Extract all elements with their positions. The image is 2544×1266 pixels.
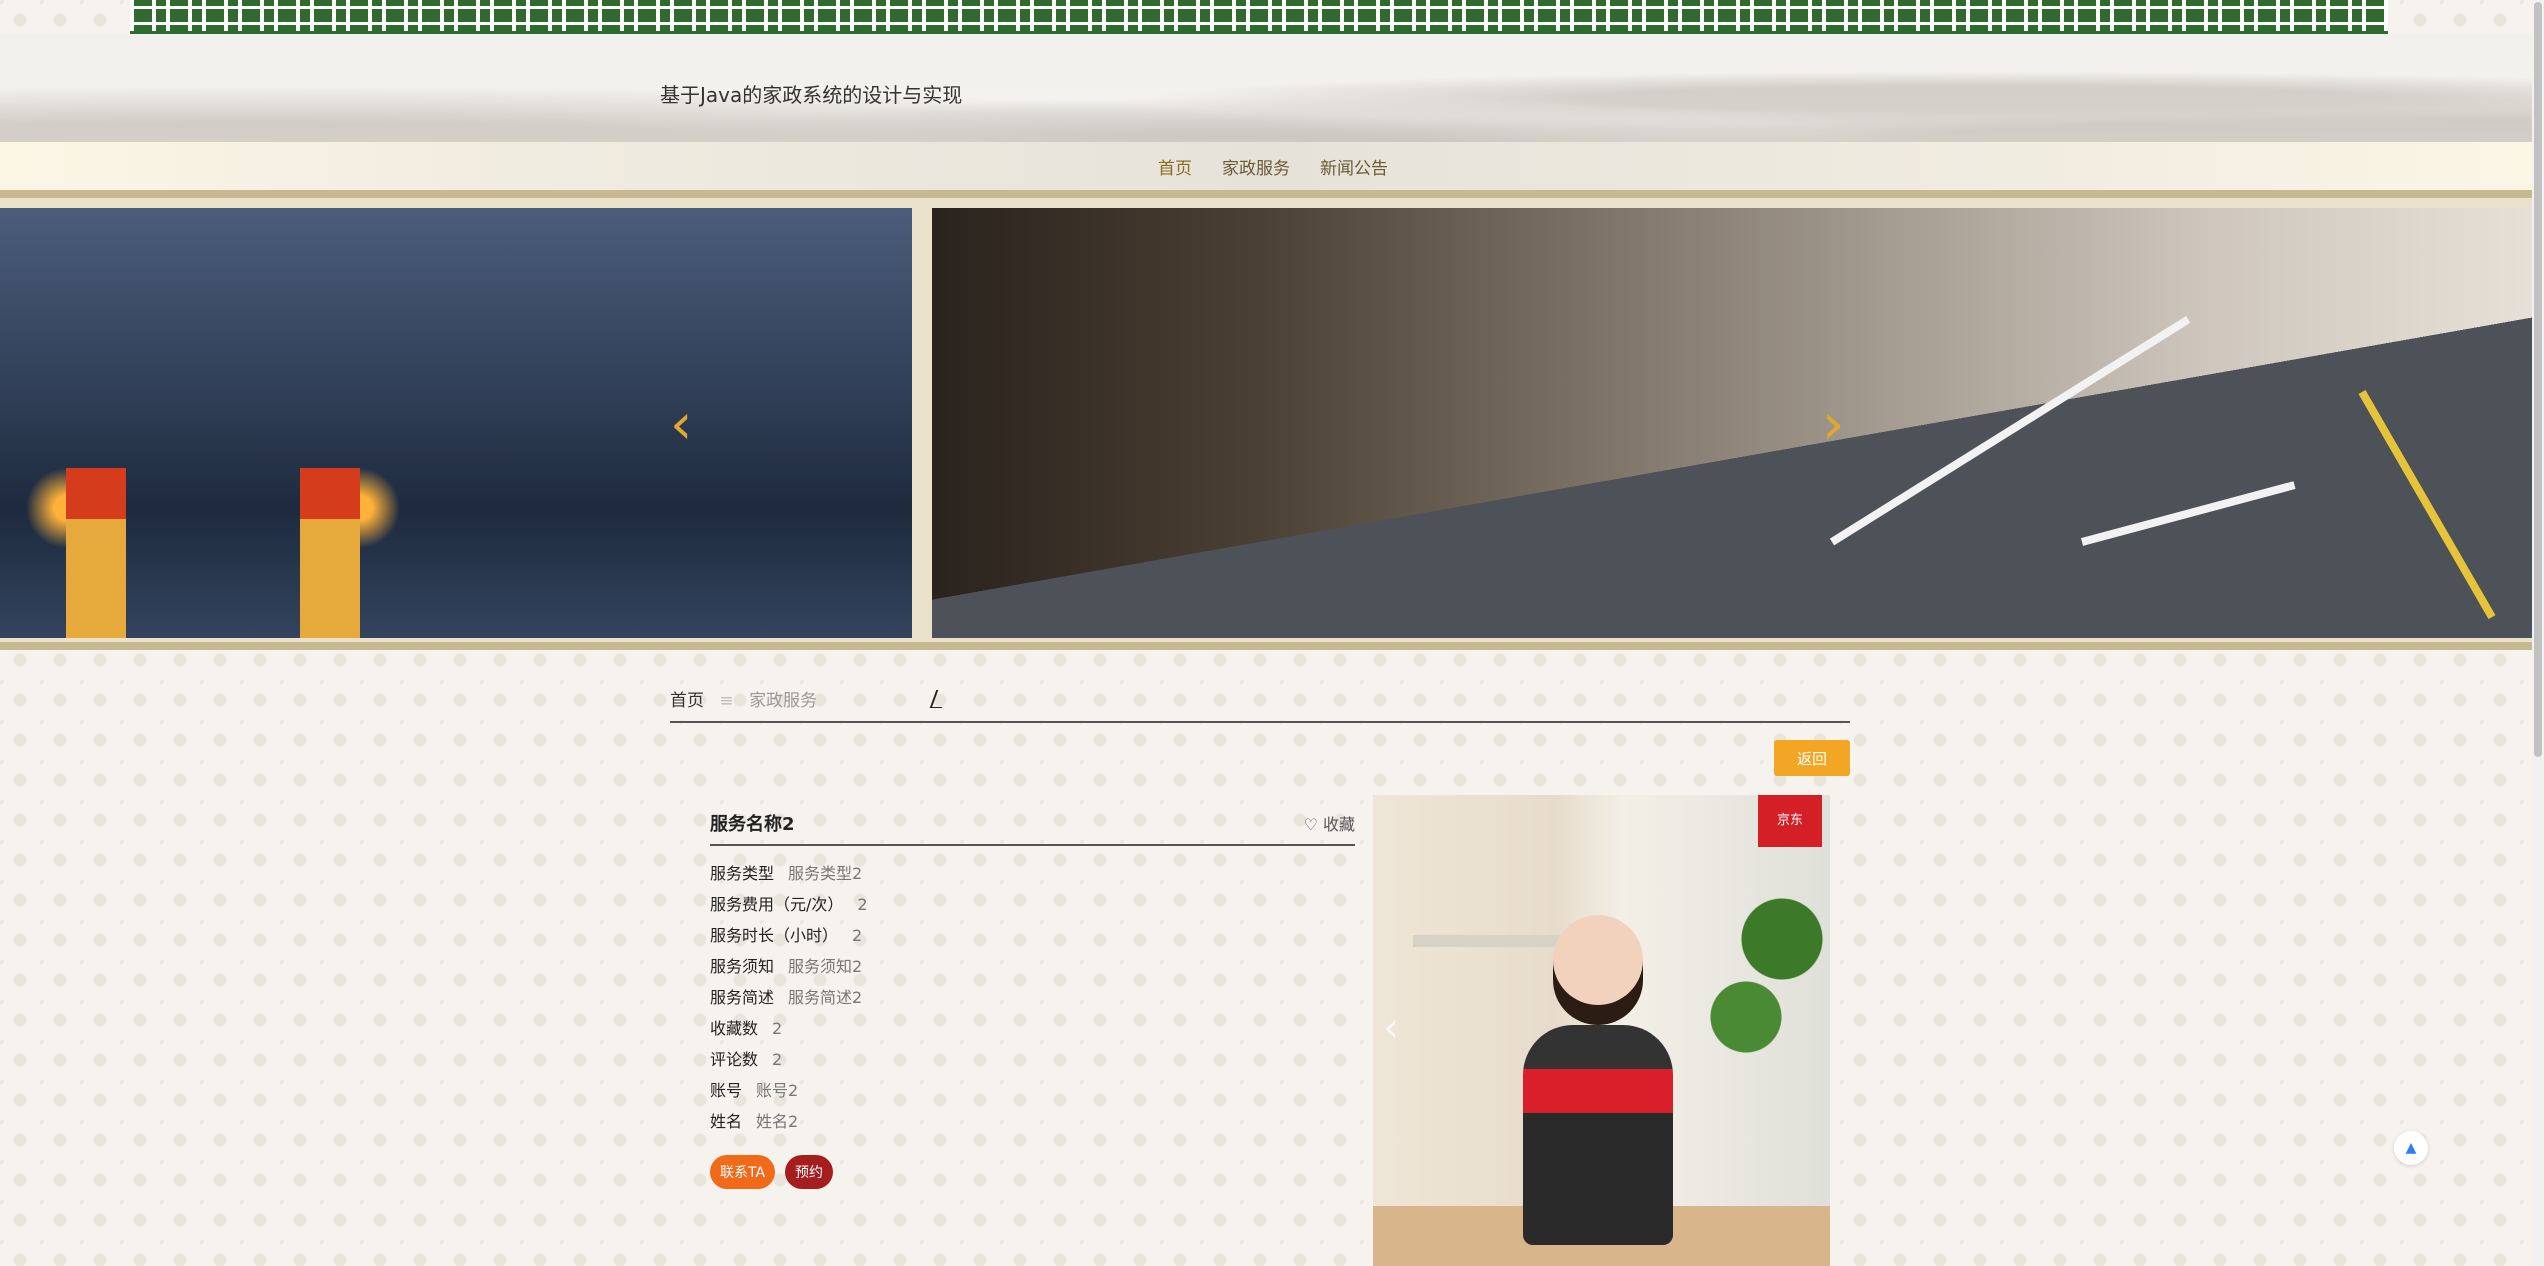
nav-item-home[interactable]: 首页 bbox=[1158, 154, 1192, 179]
breadcrumb-current: 家政服务 bbox=[749, 691, 818, 711]
field-label: 服务简述 bbox=[710, 988, 775, 1007]
field-label: 收藏数 bbox=[710, 1019, 759, 1038]
action-buttons: 联系TA 预约 bbox=[710, 1155, 1355, 1189]
field-row: 服务简述 服务简述2 bbox=[710, 982, 1355, 1013]
detail-header: 服务名称2 ♡ 收藏 bbox=[710, 810, 1355, 846]
field-label: 服务须知 bbox=[710, 957, 775, 976]
field-label: 姓名 bbox=[710, 1112, 743, 1131]
breadcrumb: 首页 ≡ 家政服务 bbox=[670, 686, 1850, 723]
brand-logo: 京东 bbox=[1758, 795, 1822, 847]
field-row: 服务须知 服务须知2 bbox=[710, 951, 1355, 982]
chevron-left-icon[interactable]: ‹ bbox=[670, 397, 692, 453]
field-value: 服务须知2 bbox=[788, 957, 863, 976]
field-label: 评论数 bbox=[710, 1050, 759, 1069]
banner-carousel[interactable] bbox=[0, 190, 2532, 650]
field-row: 姓名 姓名2 bbox=[710, 1106, 1355, 1137]
main-nav: 首页 家政服务 新闻公告 bbox=[1158, 154, 1418, 179]
field-value: 2 bbox=[772, 1019, 783, 1038]
nav-item-news[interactable]: 新闻公告 bbox=[1320, 154, 1388, 179]
field-row: 账号 账号2 bbox=[710, 1075, 1355, 1106]
field-row: 收藏数 2 bbox=[710, 1013, 1355, 1044]
field-value: 2 bbox=[852, 926, 863, 945]
field-value: 2 bbox=[857, 895, 868, 914]
field-row: 服务时长（小时） 2 bbox=[710, 920, 1355, 951]
site-title: 基于Java的家政系统的设计与实现 bbox=[660, 83, 963, 107]
photo-plant bbox=[1710, 835, 1830, 1095]
field-label: 服务类型 bbox=[710, 864, 775, 883]
service-detail: 服务名称2 ♡ 收藏 服务类型 服务类型2 服务费用（元/次） 2 服务时长（小时）… bbox=[710, 810, 1355, 1189]
field-row: 服务类型 服务类型2 bbox=[710, 858, 1355, 889]
site-header: 基于Java的家政系统的设计与实现 bbox=[0, 34, 2544, 142]
field-row: 评论数 2 bbox=[710, 1044, 1355, 1075]
book-button[interactable]: 预约 bbox=[785, 1155, 834, 1189]
field-value: 服务类型2 bbox=[788, 864, 863, 883]
back-to-top-icon[interactable]: ▲ bbox=[2394, 1131, 2428, 1165]
field-label: 账号 bbox=[710, 1081, 743, 1100]
nav-item-services[interactable]: 家政服务 bbox=[1222, 154, 1290, 179]
breadcrumb-separator: ≡ bbox=[719, 691, 734, 711]
field-label: 服务时长（小时） bbox=[710, 926, 839, 945]
breadcrumb-home[interactable]: 首页 bbox=[670, 691, 704, 711]
scrollbar-thumb[interactable] bbox=[2534, 2, 2542, 757]
contact-button[interactable]: 联系TA bbox=[710, 1155, 776, 1189]
field-value: 服务简述2 bbox=[788, 988, 863, 1007]
service-title: 服务名称2 bbox=[710, 814, 795, 835]
banner-slide-street bbox=[932, 208, 2532, 638]
scrollbar[interactable] bbox=[2532, 0, 2544, 1266]
banner-slide-city-night bbox=[0, 208, 912, 638]
field-row: 服务费用（元/次） 2 bbox=[710, 889, 1355, 920]
photo-person-head bbox=[1553, 915, 1643, 1025]
favorite-button[interactable]: ♡ 收藏 bbox=[1304, 811, 1355, 835]
decorative-top-band bbox=[130, 0, 2388, 34]
service-photo: 京东 ‹ bbox=[1373, 795, 1830, 1266]
field-value: 2 bbox=[772, 1050, 783, 1069]
photo-person bbox=[1523, 1025, 1673, 1245]
field-value: 账号2 bbox=[756, 1081, 799, 1100]
field-value: 姓名2 bbox=[756, 1112, 799, 1131]
back-button[interactable]: 返回 bbox=[1774, 740, 1850, 776]
chevron-right-icon[interactable]: › bbox=[1822, 397, 1844, 453]
field-label: 服务费用（元/次） bbox=[710, 895, 844, 914]
photo-prev-icon[interactable]: ‹ bbox=[1383, 1005, 1399, 1051]
